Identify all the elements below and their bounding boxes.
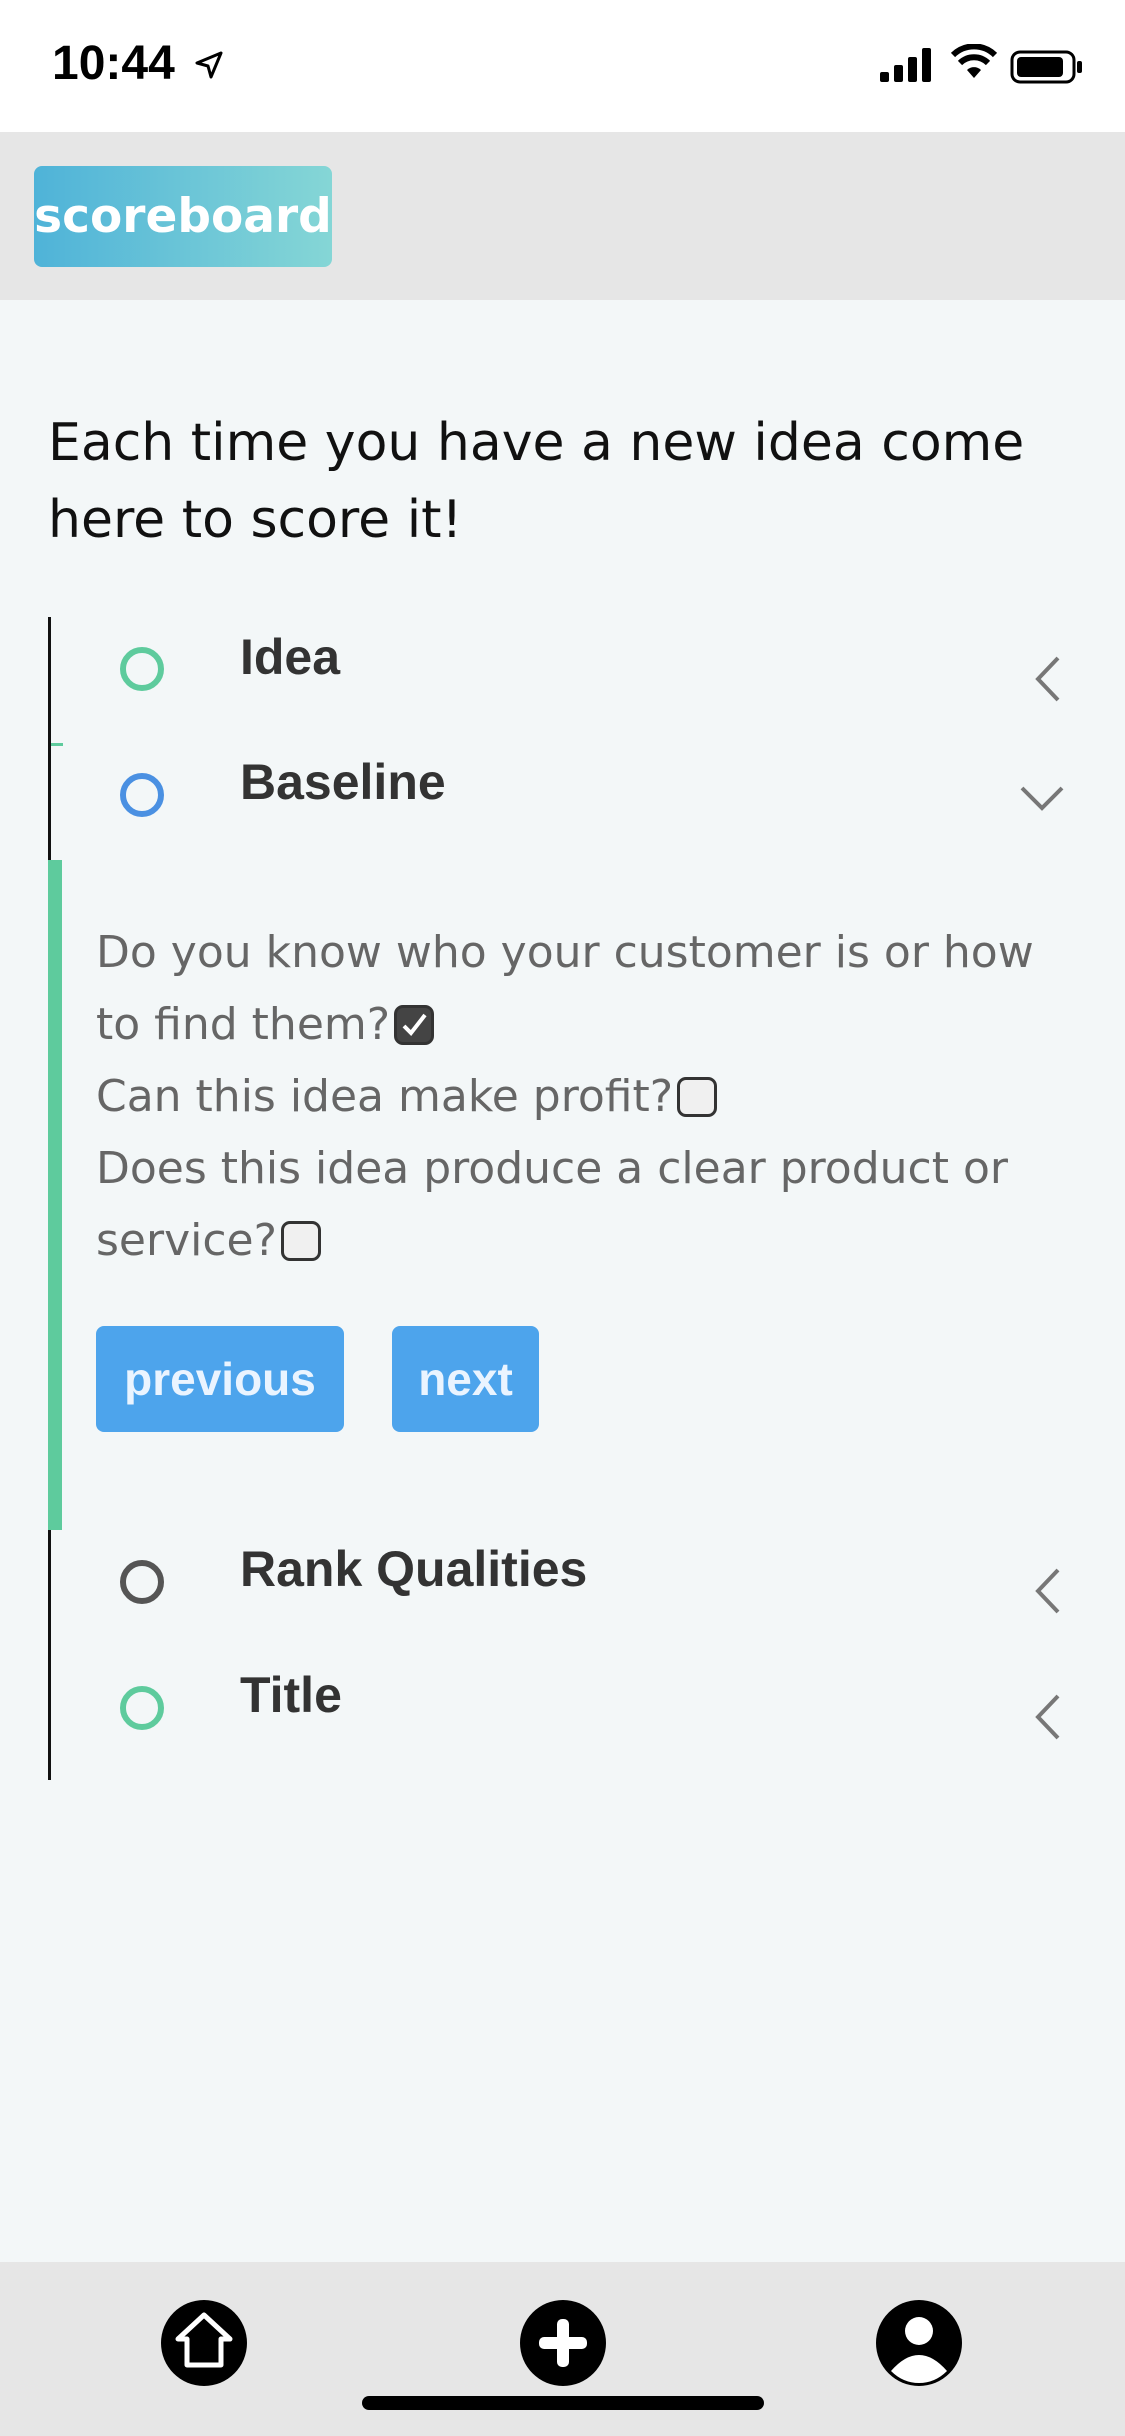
profile-icon[interactable] [875, 2299, 963, 2387]
chevron-left-icon[interactable] [1030, 1692, 1066, 1742]
step-status-circle [120, 1560, 164, 1604]
question-checkbox-checked[interactable] [394, 1005, 435, 1045]
intro-text: Each time you have a new idea come here … [48, 413, 1025, 550]
step-status-circle [120, 773, 164, 817]
baseline-question: Can this idea make profit? [96, 1061, 1056, 1133]
question-text: Can this idea make profit? [96, 1071, 674, 1122]
status-time: 10:44 [52, 37, 175, 90]
step-label: Title [240, 1667, 342, 1723]
next-button[interactable]: next [392, 1326, 539, 1432]
question-text: Does this idea produce a clear product o… [96, 1143, 1008, 1266]
home-icon[interactable] [160, 2299, 248, 2387]
step-status-circle [120, 1686, 164, 1730]
chevron-left-icon[interactable] [1030, 654, 1066, 704]
status-bar: 10:44 [0, 0, 1125, 132]
baseline-question: Does this idea produce a clear product o… [96, 1133, 1056, 1277]
previous-button[interactable]: previous [96, 1326, 344, 1432]
scoreboard-logo[interactable]: scoreboard [34, 166, 332, 267]
timeline-active-bar [48, 860, 62, 1530]
step-status-circle [120, 647, 164, 691]
step-label: Rank Qualities [240, 1541, 588, 1597]
step-label: Idea [240, 629, 341, 685]
wifi-icon [950, 44, 998, 78]
app-header: scoreboard [0, 132, 1125, 300]
question-text: Do you know who your customer is or how … [96, 927, 1034, 1050]
location-arrow-icon [195, 51, 223, 79]
battery-icon [1010, 50, 1082, 84]
chevron-down-icon[interactable] [1018, 780, 1066, 816]
question-checkbox[interactable] [280, 1221, 321, 1261]
chevron-left-icon[interactable] [1030, 1566, 1066, 1616]
home-indicator [362, 2396, 764, 2410]
baseline-question: Do you know who your customer is or how … [96, 917, 1056, 1061]
add-icon[interactable] [519, 2299, 607, 2387]
timeline-progress-tick [51, 743, 63, 746]
cellular-signal-icon [880, 48, 931, 82]
timeline-line [48, 1530, 51, 1780]
question-checkbox[interactable] [677, 1077, 718, 1117]
timeline-line [48, 617, 51, 860]
step-label: Baseline [240, 754, 446, 810]
